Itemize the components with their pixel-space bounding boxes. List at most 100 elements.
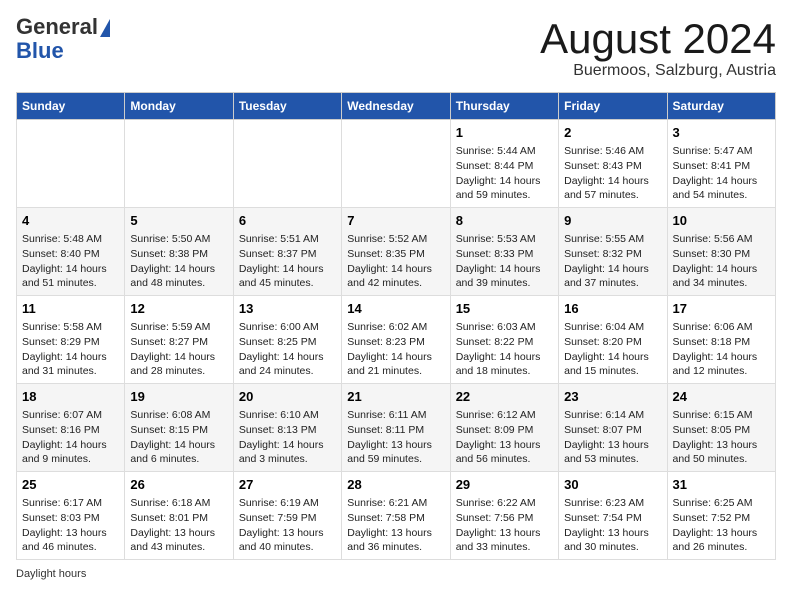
calendar-week-1: 1 Sunrise: 5:44 AM Sunset: 8:44 PM Daylig… [17, 120, 776, 208]
calendar-cell: 4Sunrise: 5:48 AM Sunset: 8:40 PM Daylig… [17, 208, 125, 296]
calendar-header-tuesday: Tuesday [233, 93, 341, 120]
calendar-cell: 21 Sunrise: 6:11 AM Sunset: 8:11 PM Dayli… [342, 384, 450, 472]
calendar-cell: 27 Sunrise: 6:19 AM Sunset: 7:59 PM Dayli… [233, 471, 341, 559]
day-info: Sunrise: 6:02 AM Sunset: 8:23 PM Dayligh… [347, 320, 444, 379]
day-info: Sunrise: 6:06 AM Sunset: 8:18 PM Dayligh… [673, 320, 770, 379]
day-info: Sunrise: 6:08 AM Sunset: 8:15 PM Dayligh… [130, 408, 227, 467]
day-info: Sunrise: 6:22 AM Sunset: 7:56 PM Dayligh… [456, 496, 553, 555]
calendar-cell: 31 Sunrise: 6:25 AM Sunset: 7:52 PM Dayli… [667, 471, 775, 559]
day-info: Sunrise: 6:10 AM Sunset: 8:13 PM Dayligh… [239, 408, 336, 467]
day-info: Sunrise: 5:53 AM Sunset: 8:33 PM Dayligh… [456, 232, 553, 291]
day-info: Sunrise: 6:17 AM Sunset: 8:03 PM Dayligh… [22, 496, 119, 555]
day-info: Sunrise: 5:56 AM Sunset: 8:30 PM Dayligh… [673, 232, 770, 291]
calendar-cell: 5 Sunrise: 5:50 AM Sunset: 8:38 PM Daylig… [125, 208, 233, 296]
calendar-cell: 7 Sunrise: 5:52 AM Sunset: 8:35 PM Daylig… [342, 208, 450, 296]
day-number: 11 [22, 300, 119, 318]
day-number: 20 [239, 388, 336, 406]
calendar-cell: 3 Sunrise: 5:47 AM Sunset: 8:41 PM Daylig… [667, 120, 775, 208]
footer-text: Daylight hours [16, 568, 86, 580]
calendar-cell [125, 120, 233, 208]
day-info: Sunrise: 6:00 AM Sunset: 8:25 PM Dayligh… [239, 320, 336, 379]
calendar-cell: 23 Sunrise: 6:14 AM Sunset: 8:07 PM Dayli… [559, 384, 667, 472]
page-header: General Blue August 2024 Buermoos, Salzb… [16, 16, 776, 80]
day-number: 24 [673, 388, 770, 406]
calendar-header-wednesday: Wednesday [342, 93, 450, 120]
day-info: Sunrise: 6:21 AM Sunset: 7:58 PM Dayligh… [347, 496, 444, 555]
calendar-cell [233, 120, 341, 208]
calendar-cell: 22 Sunrise: 6:12 AM Sunset: 8:09 PM Dayli… [450, 384, 558, 472]
calendar-week-4: 18 Sunrise: 6:07 AM Sunset: 8:16 PM Dayli… [17, 384, 776, 472]
day-number: 31 [673, 476, 770, 494]
day-number: 1 [456, 124, 553, 142]
day-number: 22 [456, 388, 553, 406]
day-number: 29 [456, 476, 553, 494]
day-info: Sunrise: 5:58 AM Sunset: 8:29 PM Dayligh… [22, 320, 119, 379]
calendar-week-2: 4Sunrise: 5:48 AM Sunset: 8:40 PM Daylig… [17, 208, 776, 296]
title-section: August 2024 Buermoos, Salzburg, Austria [540, 16, 776, 80]
day-number: 28 [347, 476, 444, 494]
day-number: 18 [22, 388, 119, 406]
day-number: 19 [130, 388, 227, 406]
day-number: 21 [347, 388, 444, 406]
day-info: Sunrise: 5:48 AM Sunset: 8:40 PM Dayligh… [22, 232, 119, 291]
day-info: Sunrise: 6:12 AM Sunset: 8:09 PM Dayligh… [456, 408, 553, 467]
day-number: 25 [22, 476, 119, 494]
calendar-cell [342, 120, 450, 208]
day-number: 5 [130, 212, 227, 230]
day-info: Sunrise: 5:51 AM Sunset: 8:37 PM Dayligh… [239, 232, 336, 291]
day-number: 16 [564, 300, 661, 318]
calendar-header-friday: Friday [559, 93, 667, 120]
day-info: Sunrise: 5:44 AM Sunset: 8:44 PM Dayligh… [456, 144, 553, 203]
day-number: 30 [564, 476, 661, 494]
day-info: Sunrise: 6:19 AM Sunset: 7:59 PM Dayligh… [239, 496, 336, 555]
day-info: Sunrise: 5:47 AM Sunset: 8:41 PM Dayligh… [673, 144, 770, 203]
calendar-cell: 10 Sunrise: 5:56 AM Sunset: 8:30 PM Dayli… [667, 208, 775, 296]
day-number: 3 [673, 124, 770, 142]
calendar-header-saturday: Saturday [667, 93, 775, 120]
calendar-header-thursday: Thursday [450, 93, 558, 120]
day-number: 10 [673, 212, 770, 230]
calendar-cell: 19 Sunrise: 6:08 AM Sunset: 8:15 PM Dayli… [125, 384, 233, 472]
calendar-footer: Daylight hours [16, 568, 776, 580]
day-info: Sunrise: 6:14 AM Sunset: 8:07 PM Dayligh… [564, 408, 661, 467]
calendar-cell: 2Sunrise: 5:46 AM Sunset: 8:43 PM Daylig… [559, 120, 667, 208]
day-number: 17 [673, 300, 770, 318]
calendar-cell [17, 120, 125, 208]
calendar-cell: 26 Sunrise: 6:18 AM Sunset: 8:01 PM Dayli… [125, 471, 233, 559]
logo-general-text: General [16, 16, 98, 38]
day-info: Sunrise: 5:50 AM Sunset: 8:38 PM Dayligh… [130, 232, 227, 291]
calendar-cell: 12Sunrise: 5:59 AM Sunset: 8:27 PM Dayli… [125, 296, 233, 384]
day-info: Sunrise: 6:03 AM Sunset: 8:22 PM Dayligh… [456, 320, 553, 379]
calendar-header-monday: Monday [125, 93, 233, 120]
day-info: Sunrise: 6:25 AM Sunset: 7:52 PM Dayligh… [673, 496, 770, 555]
calendar-cell: 11 Sunrise: 5:58 AM Sunset: 8:29 PM Dayli… [17, 296, 125, 384]
day-number: 15 [456, 300, 553, 318]
day-info: Sunrise: 5:52 AM Sunset: 8:35 PM Dayligh… [347, 232, 444, 291]
day-info: Sunrise: 6:11 AM Sunset: 8:11 PM Dayligh… [347, 408, 444, 467]
day-info: Sunrise: 6:07 AM Sunset: 8:16 PM Dayligh… [22, 408, 119, 467]
calendar-cell: 24 Sunrise: 6:15 AM Sunset: 8:05 PM Dayli… [667, 384, 775, 472]
day-number: 27 [239, 476, 336, 494]
calendar-cell: 14 Sunrise: 6:02 AM Sunset: 8:23 PM Dayli… [342, 296, 450, 384]
calendar-cell: 25 Sunrise: 6:17 AM Sunset: 8:03 PM Dayli… [17, 471, 125, 559]
day-info: Sunrise: 6:04 AM Sunset: 8:20 PM Dayligh… [564, 320, 661, 379]
calendar-table: SundayMondayTuesdayWednesdayThursdayFrid… [16, 92, 776, 560]
calendar-cell: 15 Sunrise: 6:03 AM Sunset: 8:22 PM Dayli… [450, 296, 558, 384]
day-number: 7 [347, 212, 444, 230]
day-number: 26 [130, 476, 227, 494]
calendar-subtitle: Buermoos, Salzburg, Austria [540, 62, 776, 80]
calendar-header-sunday: Sunday [17, 93, 125, 120]
day-info: Sunrise: 5:55 AM Sunset: 8:32 PM Dayligh… [564, 232, 661, 291]
day-number: 14 [347, 300, 444, 318]
day-number: 23 [564, 388, 661, 406]
calendar-cell: 29 Sunrise: 6:22 AM Sunset: 7:56 PM Dayli… [450, 471, 558, 559]
calendar-cell: 20 Sunrise: 6:10 AM Sunset: 8:13 PM Dayli… [233, 384, 341, 472]
day-info: Sunrise: 6:18 AM Sunset: 8:01 PM Dayligh… [130, 496, 227, 555]
day-number: 8 [456, 212, 553, 230]
day-info: Sunrise: 5:59 AM Sunset: 8:27 PM Dayligh… [130, 320, 227, 379]
calendar-cell: 18 Sunrise: 6:07 AM Sunset: 8:16 PM Dayli… [17, 384, 125, 472]
day-number: 13 [239, 300, 336, 318]
day-info: Sunrise: 6:15 AM Sunset: 8:05 PM Dayligh… [673, 408, 770, 467]
day-number: 9 [564, 212, 661, 230]
calendar-cell: 8 Sunrise: 5:53 AM Sunset: 8:33 PM Daylig… [450, 208, 558, 296]
